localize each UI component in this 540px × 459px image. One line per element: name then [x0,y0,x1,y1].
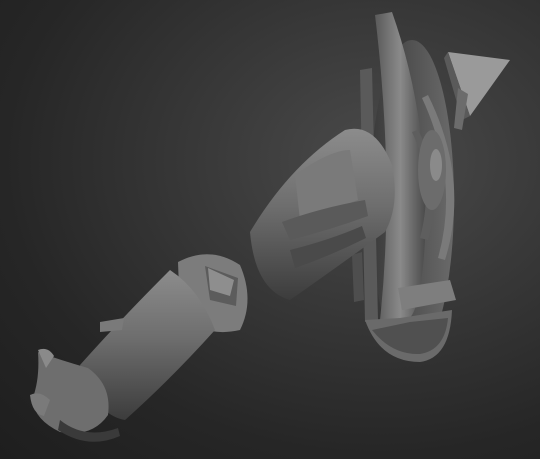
3d-viewport[interactable] [0,0,540,459]
sculpt-render [30,12,510,442]
triangle-fin [444,52,510,130]
